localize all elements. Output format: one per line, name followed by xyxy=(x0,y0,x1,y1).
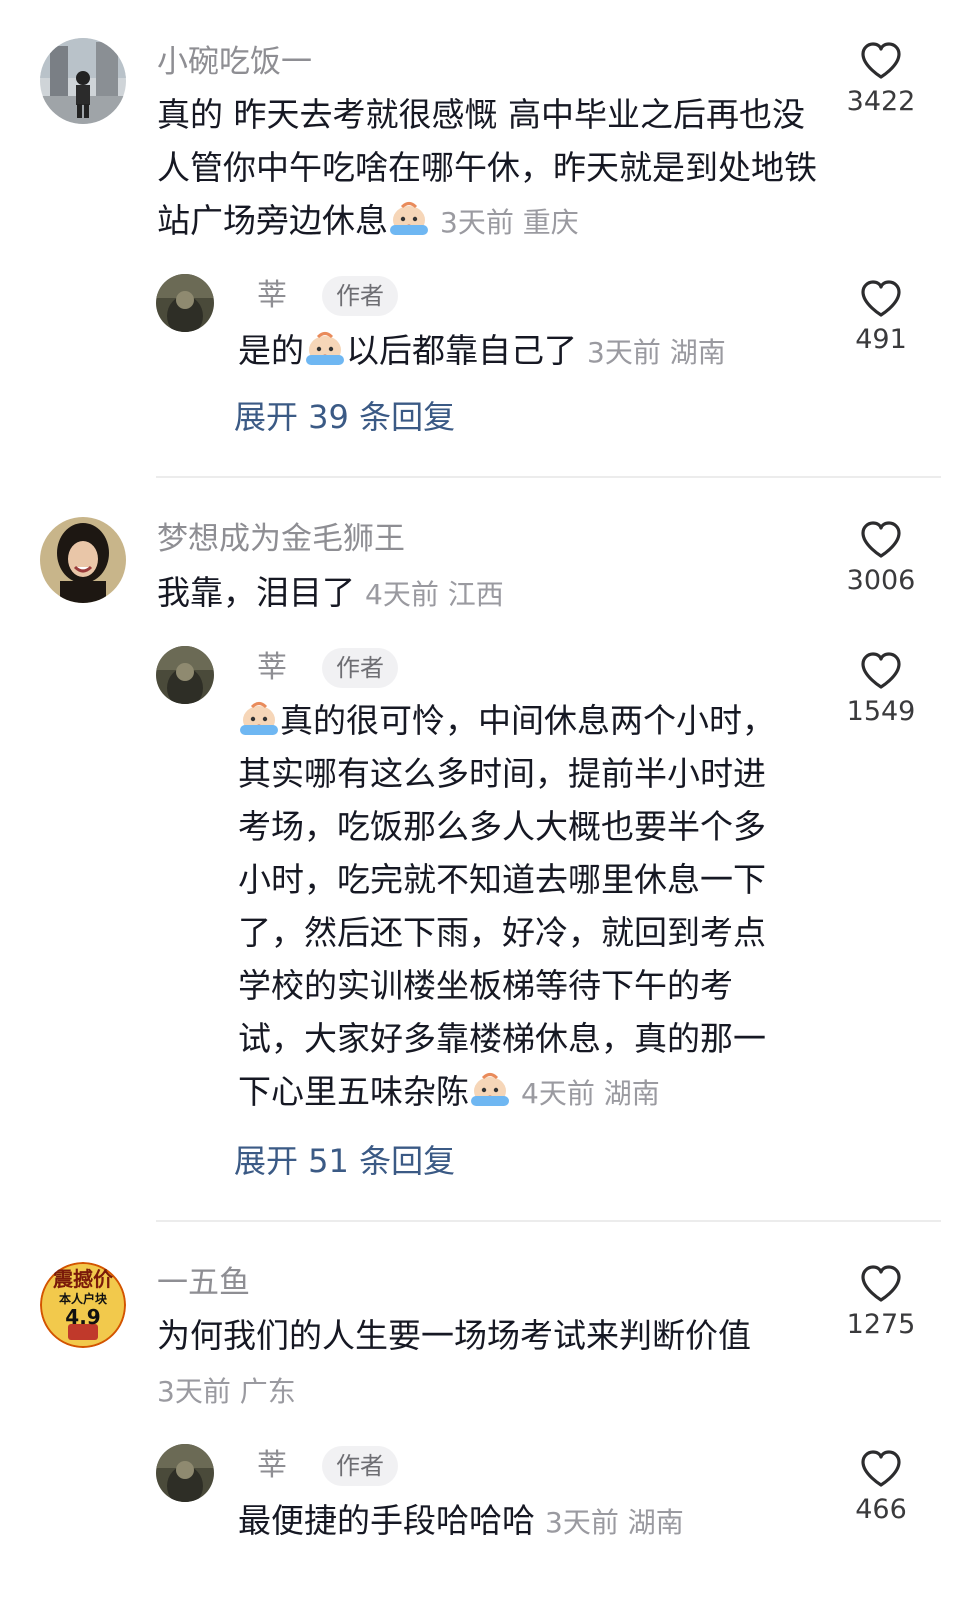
comment-text-content: 我靠，泪目了 xyxy=(157,573,355,612)
comment-text: 真的 昨天去考就很感慨 高中毕业之后再也没人管你中午吃啥在哪午休，昨天就是到处地… xyxy=(157,88,817,249)
reply-username[interactable]: 莘 xyxy=(257,648,287,688)
crying-emoji-icon xyxy=(388,198,430,238)
comment-meta: 3天前 重庆 xyxy=(440,206,579,239)
like-count: 1275 xyxy=(846,1309,916,1340)
avatar-text: 震撼价 xyxy=(53,1267,113,1291)
avatar[interactable] xyxy=(40,517,126,603)
comment-text: 为何我们的人生要一场场考试来判断价值 xyxy=(157,1316,751,1355)
like-count: 466 xyxy=(855,1494,907,1525)
reply-text-part: 以后都靠自己了 xyxy=(346,331,577,370)
reply-meta: 3天前 湖南 xyxy=(545,1506,684,1539)
comment-meta: 3天前 广东 xyxy=(157,1375,296,1408)
like-button[interactable]: 3422 xyxy=(839,42,923,120)
like-count: 1549 xyxy=(846,696,916,727)
reply-meta: 4天前 湖南 xyxy=(521,1077,660,1110)
divider xyxy=(156,476,941,478)
expand-replies-link[interactable]: 展开 51 条回复 xyxy=(234,1139,455,1183)
like-button[interactable]: 491 xyxy=(839,280,923,358)
reply-username[interactable]: 莘 xyxy=(257,276,287,316)
heart-outline-icon xyxy=(861,1265,901,1302)
like-count: 3006 xyxy=(846,565,916,596)
reply-username[interactable]: 莘 xyxy=(257,1446,287,1486)
heart-outline-icon xyxy=(861,521,901,558)
reply-avatar[interactable] xyxy=(156,646,214,704)
comment-username[interactable]: 梦想成为金毛狮王 xyxy=(157,519,405,559)
author-badge: 作者 xyxy=(322,1446,398,1486)
like-button[interactable]: 1275 xyxy=(839,1265,923,1343)
comment-username[interactable]: 一五鱼 xyxy=(157,1263,250,1303)
divider xyxy=(156,1220,941,1222)
heart-outline-icon xyxy=(861,280,901,317)
heart-outline-icon xyxy=(861,42,901,79)
author-badge: 作者 xyxy=(322,648,398,688)
reply-text: 是的 以后都靠自己了 3天前 湖南 xyxy=(238,324,726,379)
avatar[interactable]: 震撼价 本人户块 4.9 xyxy=(40,1262,126,1348)
avatar-text: 4.9 xyxy=(65,1305,101,1329)
crying-emoji-icon xyxy=(469,1069,511,1109)
avatar-text: 本人户块 xyxy=(58,1292,107,1306)
reply-meta: 3天前 湖南 xyxy=(587,336,726,369)
reply-avatar[interactable] xyxy=(156,1444,214,1502)
reply-text-content: 最便捷的手段哈哈哈 xyxy=(238,1501,535,1540)
like-button[interactable]: 3006 xyxy=(839,521,923,599)
comment-text: 我靠，泪目了 4天前 江西 xyxy=(157,566,504,621)
heart-outline-icon xyxy=(861,652,901,689)
reply-avatar[interactable] xyxy=(156,274,214,332)
like-count: 3422 xyxy=(846,86,916,117)
reply-text: 真的很可怜，中间休息两个小时，其实哪有这么多时间，提前半小时进考场，吃饭那么多人… xyxy=(238,694,798,1120)
reply-text-part: 是的 xyxy=(238,331,304,370)
comment-username[interactable]: 小碗吃饭一 xyxy=(157,42,312,82)
heart-outline-icon xyxy=(861,1450,901,1487)
expand-replies-link[interactable]: 展开 39 条回复 xyxy=(234,395,455,439)
like-count: 491 xyxy=(855,324,907,355)
reply-text-content: 真的很可怜，中间休息两个小时，其实哪有这么多时间，提前半小时进考场，吃饭那么多人… xyxy=(238,701,775,1111)
crying-emoji-icon xyxy=(304,328,346,368)
like-button[interactable]: 1549 xyxy=(839,652,923,730)
avatar[interactable] xyxy=(40,38,126,124)
comment-meta: 4天前 江西 xyxy=(365,578,504,611)
reply-text: 最便捷的手段哈哈哈 3天前 湖南 xyxy=(238,1494,684,1549)
crying-emoji-icon xyxy=(238,698,280,738)
like-button[interactable]: 466 xyxy=(839,1450,923,1528)
author-badge: 作者 xyxy=(322,276,398,316)
